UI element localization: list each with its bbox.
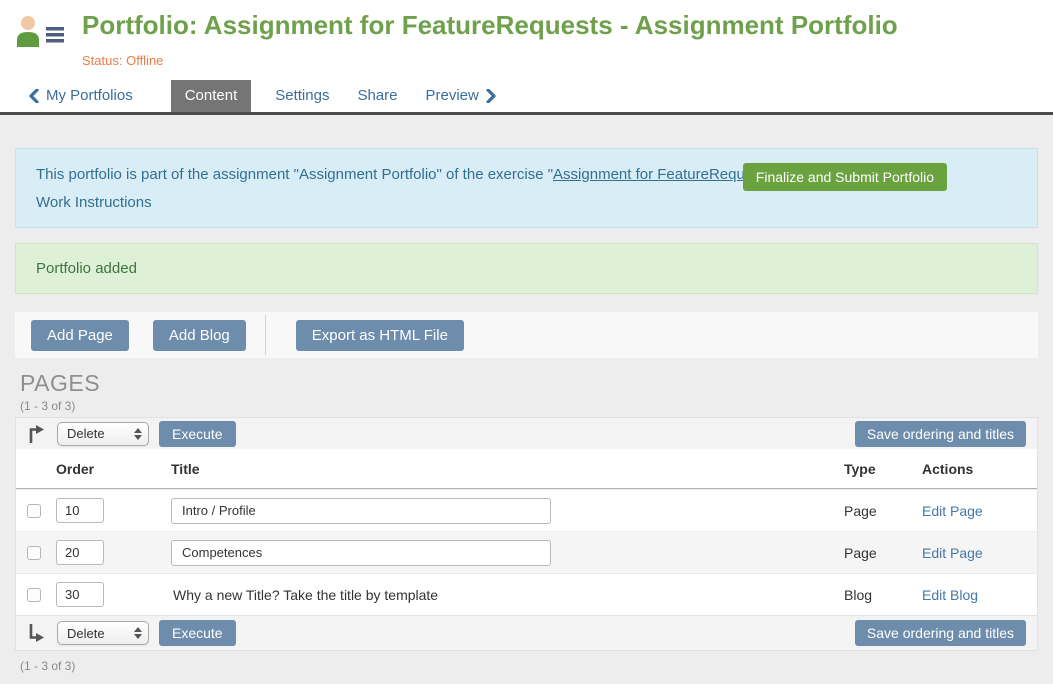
person-body-icon	[17, 32, 39, 47]
result-count-bottom: (1 - 3 of 3)	[20, 659, 1038, 673]
row-checkbox[interactable]	[27, 588, 41, 602]
row-type: Page	[844, 503, 922, 519]
order-input[interactable]	[56, 582, 104, 607]
status-text: Status: Offline	[82, 53, 1053, 68]
toolbar-divider	[265, 315, 266, 355]
title-input[interactable]	[171, 540, 551, 566]
column-header-actions: Actions	[922, 461, 1037, 477]
work-instructions-link[interactable]: Work Instructions	[36, 194, 152, 211]
edit-page-link[interactable]: Edit Page	[922, 503, 983, 519]
portfolio-logo	[14, 14, 68, 50]
column-header-type: Type	[844, 461, 922, 477]
pages-table: Delete Execute Save ordering and titles …	[15, 417, 1038, 651]
bulk-action-selected: Delete	[67, 426, 134, 441]
column-header-order: Order	[56, 461, 171, 477]
success-message: Portfolio added	[15, 243, 1038, 294]
finalize-submit-button[interactable]: Finalize and Submit Portfolio	[743, 163, 947, 191]
tab-label: Preview	[425, 87, 478, 104]
menu-icon	[46, 27, 64, 43]
arrow-down-right-icon	[27, 623, 45, 643]
table-row: Page Edit Page	[16, 489, 1037, 531]
chevron-left-icon	[28, 89, 39, 103]
save-ordering-button-top[interactable]: Save ordering and titles	[855, 421, 1026, 447]
success-text: Portfolio added	[36, 260, 137, 277]
main-content: This portfolio is part of the assignment…	[0, 148, 1053, 673]
row-checkbox[interactable]	[27, 504, 41, 518]
table-header-row: Order Title Type Actions	[16, 449, 1037, 489]
table-row: Why a new Title? Take the title by templ…	[16, 573, 1037, 615]
row-type: Blog	[844, 587, 922, 603]
page-actions-toolbar: Add Page Add Blog Export as HTML File	[15, 312, 1038, 358]
tab-content[interactable]: Content	[171, 80, 252, 112]
select-stepper-icon	[134, 627, 142, 639]
add-blog-button[interactable]: Add Blog	[153, 320, 246, 351]
select-stepper-icon	[134, 428, 142, 440]
person-head-icon	[21, 16, 35, 30]
edit-blog-link[interactable]: Edit Blog	[922, 587, 978, 603]
bulk-action-select[interactable]: Delete	[57, 422, 149, 446]
pages-section-heading: PAGES	[20, 370, 1038, 397]
tab-settings[interactable]: Settings	[261, 80, 343, 112]
bulk-actions-bottom: Delete Execute Save ordering and titles	[16, 615, 1037, 650]
export-html-button[interactable]: Export as HTML File	[296, 320, 464, 351]
edit-page-link[interactable]: Edit Page	[922, 545, 983, 561]
row-type: Page	[844, 545, 922, 561]
tab-bar: My Portfolios Content Settings Share Pre…	[0, 70, 1053, 115]
page-title: Portfolio: Assignment for FeatureRequest…	[82, 10, 898, 41]
bulk-action-select[interactable]: Delete	[57, 621, 149, 645]
assignment-info-banner: This portfolio is part of the assignment…	[15, 148, 1038, 228]
bulk-actions-top: Delete Execute Save ordering and titles	[16, 418, 1037, 449]
assignment-info-text: This portfolio is part of the assignment…	[36, 166, 553, 183]
person-menu-icon	[14, 14, 68, 50]
chevron-right-icon	[486, 89, 497, 103]
tab-my-portfolios[interactable]: My Portfolios	[28, 80, 147, 112]
tab-share[interactable]: Share	[343, 80, 411, 112]
tab-label: Settings	[275, 87, 329, 104]
tab-label: Content	[185, 87, 238, 104]
exercise-link[interactable]: Assignment for FeatureRequests	[553, 166, 772, 183]
order-input[interactable]	[56, 498, 104, 523]
page-header: Portfolio: Assignment for FeatureRequest…	[0, 0, 1053, 70]
arrow-up-right-icon	[27, 424, 45, 444]
row-checkbox[interactable]	[27, 546, 41, 560]
save-ordering-button-bottom[interactable]: Save ordering and titles	[855, 620, 1026, 646]
table-row: Page Edit Page	[16, 531, 1037, 573]
tab-label: Share	[357, 87, 397, 104]
execute-button-bottom[interactable]: Execute	[159, 620, 236, 646]
result-count-top: (1 - 3 of 3)	[20, 399, 1038, 413]
column-header-title: Title	[171, 461, 844, 477]
tab-label: My Portfolios	[46, 87, 133, 104]
title-input[interactable]	[171, 498, 551, 524]
order-input[interactable]	[56, 540, 104, 565]
add-page-button[interactable]: Add Page	[31, 320, 129, 351]
tab-preview[interactable]: Preview	[411, 80, 510, 112]
row-title-text: Why a new Title? Take the title by templ…	[171, 587, 438, 603]
bulk-action-selected: Delete	[67, 626, 134, 641]
execute-button-top[interactable]: Execute	[159, 421, 236, 447]
